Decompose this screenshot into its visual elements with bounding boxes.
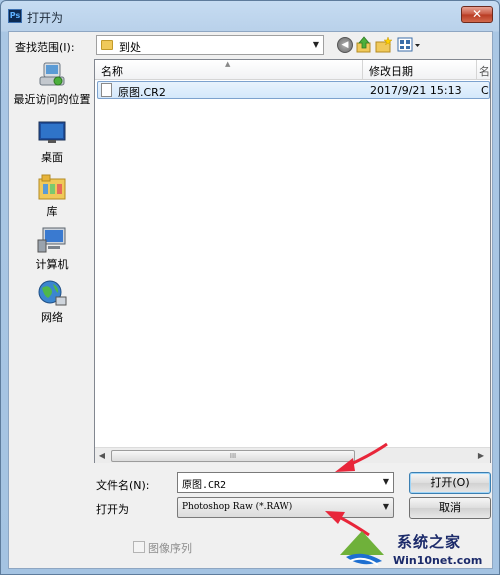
column-date-label: 修改日期: [369, 65, 413, 78]
place-desktop[interactable]: 桌面: [12, 117, 92, 167]
red-arrow-annotation-icon: [335, 442, 388, 472]
open-as-dialog: Ps 打开为 ✕ 查找范围(I): 到处 ▼ ◀ 最近访问的位置 桌面 库 计算…: [0, 0, 500, 575]
window-title: 打开为: [27, 11, 64, 25]
back-button[interactable]: ◀: [337, 37, 353, 53]
file-icon: [101, 83, 112, 97]
lookin-dropdown[interactable]: 到处 ▼: [96, 35, 324, 55]
sort-ascending-icon: ▲: [225, 60, 231, 68]
photoshop-app-icon: Ps: [8, 9, 22, 23]
computer-icon: [37, 227, 66, 253]
place-label: 计算机: [35, 258, 69, 271]
lookin-value: 到处: [119, 41, 141, 54]
close-button[interactable]: ✕: [461, 6, 493, 23]
file-date: 2017/9/21 15:13: [370, 84, 462, 97]
column-header-extra[interactable]: 名: [477, 60, 491, 80]
column-name-label: 名称: [101, 65, 123, 78]
network-icon: [38, 280, 67, 306]
recent-places-icon: [39, 62, 65, 86]
scroll-thumb[interactable]: III: [111, 450, 355, 462]
place-network[interactable]: 网络: [12, 277, 92, 327]
library-icon: [38, 174, 66, 200]
image-sequence-checkbox[interactable]: [133, 541, 145, 553]
up-folder-button[interactable]: [356, 36, 372, 54]
watermark-url: Win10net.com: [393, 554, 483, 567]
file-type-value: Photoshop Raw (*.RAW): [182, 502, 293, 512]
place-label: 网络: [41, 311, 63, 324]
watermark-text: 系统之家: [397, 533, 462, 551]
chevron-down-icon[interactable]: ▼: [383, 477, 389, 486]
place-library[interactable]: 库: [12, 171, 92, 221]
list-header: 名称 ▲ 修改日期 名: [95, 60, 490, 80]
chevron-down-icon: ▼: [312, 40, 319, 49]
title-bar[interactable]: Ps 打开为 ✕: [1, 1, 499, 31]
lookin-label: 查找范围(I):: [15, 41, 75, 54]
watermark-logo-icon: [340, 531, 384, 566]
file-list[interactable]: 名称 ▲ 修改日期 名 原图.CR2 2017/9/21 15:13 C ◀ I…: [94, 59, 491, 463]
filename-value: 原图.CR2: [182, 480, 227, 491]
new-folder-button[interactable]: [375, 36, 393, 54]
place-computer[interactable]: 计算机: [12, 224, 92, 274]
scroll-left-icon[interactable]: ◀: [96, 450, 108, 462]
view-menu-button[interactable]: [397, 36, 421, 54]
file-name: 原图.CR2: [118, 86, 166, 99]
image-sequence-label: 图像序列: [148, 542, 192, 555]
place-label: 库: [46, 205, 58, 218]
column-header-date[interactable]: 修改日期: [363, 60, 477, 80]
cancel-button[interactable]: 取消: [409, 497, 491, 519]
filename-label: 文件名(N):: [96, 479, 150, 492]
type-label: 打开为: [96, 503, 129, 516]
place-label: 最近访问的位置: [13, 93, 91, 106]
column-extra-label: 名: [479, 65, 490, 78]
file-extra: C: [481, 84, 489, 97]
place-recent[interactable]: 最近访问的位置: [12, 59, 92, 109]
horizontal-scrollbar[interactable]: ◀ III ▶: [95, 447, 490, 463]
places-bar: 最近访问的位置 桌面 库 计算机 网络: [12, 59, 92, 447]
desktop-icon: [38, 121, 66, 143]
file-row[interactable]: 原图.CR2 2017/9/21 15:13 C: [97, 81, 490, 99]
folder-icon: [101, 40, 113, 50]
open-button[interactable]: 打开(O): [409, 472, 491, 494]
scroll-right-icon[interactable]: ▶: [475, 450, 487, 462]
chevron-down-icon: ▼: [382, 502, 389, 511]
place-label: 桌面: [41, 151, 63, 164]
